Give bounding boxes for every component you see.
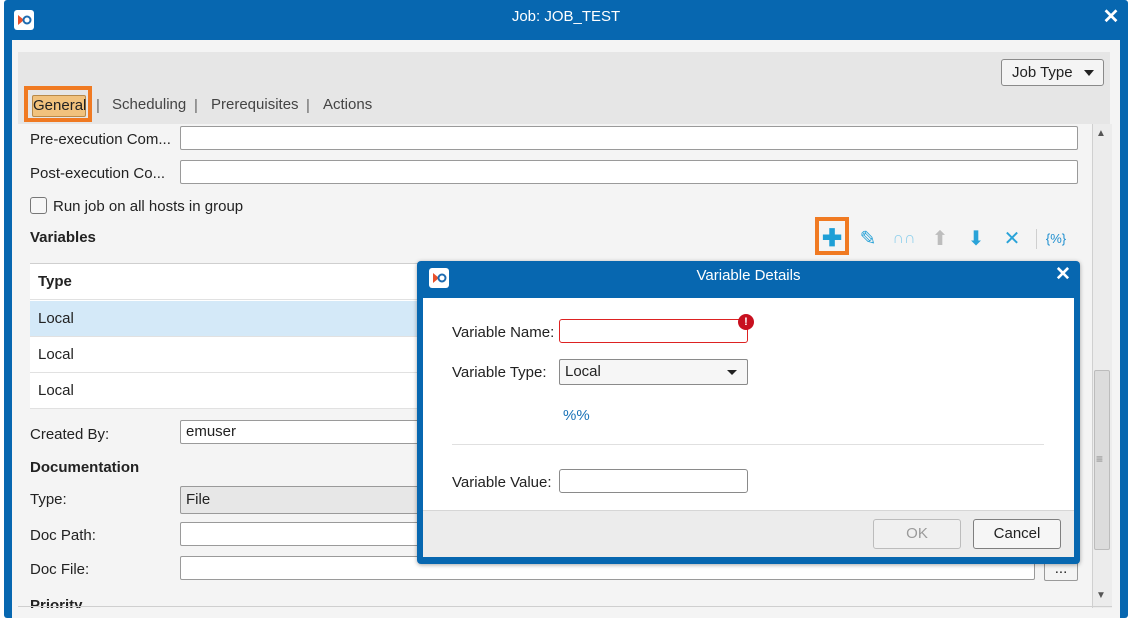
move-up-icon[interactable]: ⬆ bbox=[928, 227, 952, 251]
created-by-label: Created By: bbox=[30, 426, 110, 443]
job-type-label: Job Type bbox=[1012, 64, 1073, 81]
dialog-title: Variable Details bbox=[696, 267, 801, 284]
browse-button[interactable]: ... bbox=[1044, 561, 1078, 581]
move-down-icon[interactable]: ⬇ bbox=[964, 227, 988, 251]
scroll-down-icon[interactable]: ▼ bbox=[1096, 590, 1106, 601]
chevron-down-icon bbox=[1084, 70, 1094, 76]
close-icon[interactable]: ✕ bbox=[1100, 6, 1122, 28]
doc-path-label: Doc Path: bbox=[30, 527, 96, 544]
cancel-button[interactable]: Cancel bbox=[973, 519, 1061, 549]
pre-exec-label: Pre-execution Com... bbox=[30, 131, 171, 148]
post-exec-label: Post-execution Co... bbox=[30, 165, 166, 182]
ok-button[interactable]: OK bbox=[873, 519, 961, 549]
add-icon[interactable]: ✚ bbox=[820, 227, 844, 251]
run-all-hosts-label: Run job on all hosts in group bbox=[53, 198, 244, 215]
doc-type-select[interactable]: File bbox=[180, 486, 420, 514]
tab-prerequisites[interactable]: Prerequisites bbox=[211, 96, 299, 113]
window-title: Job: JOB_TEST bbox=[511, 8, 621, 25]
variable-braces-icon[interactable]: {%} bbox=[1044, 227, 1068, 251]
job-type-dropdown[interactable]: Job Type bbox=[1001, 59, 1104, 86]
tab-header-band bbox=[18, 52, 1110, 124]
post-exec-input[interactable] bbox=[180, 160, 1078, 184]
doc-type-label: Type: bbox=[30, 491, 67, 508]
variable-type-value: Local bbox=[565, 363, 601, 380]
grip-icon: ≡ bbox=[1096, 452, 1104, 466]
panel-bottom-border bbox=[18, 606, 1112, 607]
created-by-field: emuser bbox=[180, 420, 420, 444]
variable-value-label: Variable Value: bbox=[452, 474, 552, 491]
insert-percent-link[interactable]: %% bbox=[563, 407, 590, 424]
dialog-divider bbox=[452, 444, 1044, 445]
tab-separator: | bbox=[306, 97, 310, 114]
variable-name-input[interactable] bbox=[559, 319, 748, 343]
scroll-up-icon[interactable]: ▲ bbox=[1096, 128, 1106, 139]
table-row[interactable]: Local bbox=[30, 337, 418, 373]
delete-icon[interactable]: ✕ bbox=[1000, 227, 1024, 251]
table-row[interactable]: Local bbox=[30, 373, 418, 409]
tab-separator: | bbox=[96, 97, 100, 114]
chevron-down-icon bbox=[727, 370, 737, 375]
doc-file-label: Doc File: bbox=[30, 561, 90, 578]
error-icon: ! bbox=[738, 314, 754, 330]
tab-scheduling[interactable]: Scheduling bbox=[112, 96, 186, 113]
run-all-hosts-checkbox[interactable] bbox=[30, 197, 47, 214]
doc-path-input[interactable] bbox=[180, 522, 420, 546]
tab-general[interactable]: General bbox=[24, 86, 92, 122]
tab-actions[interactable]: Actions bbox=[323, 96, 372, 113]
table-header[interactable]: Type bbox=[30, 264, 418, 300]
copy-icon[interactable]: ∩∩ bbox=[892, 227, 916, 251]
variable-name-label: Variable Name: bbox=[452, 324, 555, 341]
variables-table: Type Local Local Local bbox=[30, 263, 418, 409]
edit-icon[interactable]: ✎ bbox=[856, 227, 880, 251]
variable-type-select[interactable]: Local bbox=[559, 359, 748, 385]
toolbar-divider bbox=[1036, 229, 1037, 249]
variable-value-input[interactable] bbox=[559, 469, 748, 493]
tab-separator: | bbox=[194, 97, 198, 114]
close-icon[interactable]: ✕ bbox=[1052, 264, 1074, 286]
tab-general-label: General bbox=[32, 95, 86, 117]
variable-type-label: Variable Type: bbox=[452, 364, 547, 381]
pre-exec-input[interactable] bbox=[180, 126, 1078, 150]
documentation-heading: Documentation bbox=[30, 459, 140, 476]
variables-heading: Variables bbox=[30, 229, 96, 246]
table-row[interactable]: Local bbox=[30, 301, 418, 337]
